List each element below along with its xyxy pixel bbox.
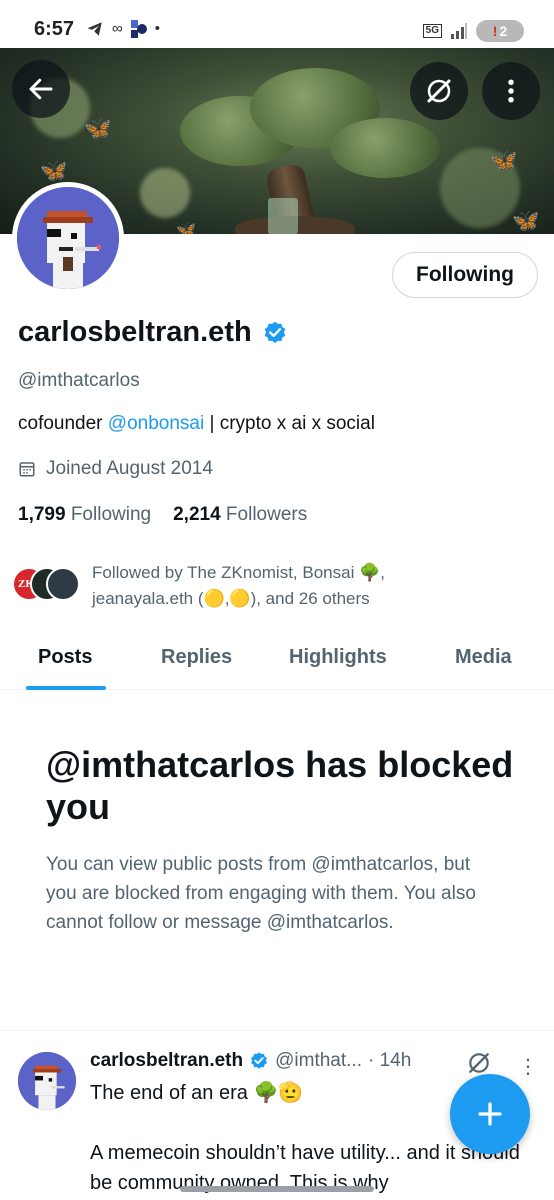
- profile-tabs: Posts Replies Highlights Media: [0, 632, 554, 690]
- following-stat[interactable]: 1,799 Following: [18, 504, 151, 526]
- grok-icon: [427, 79, 451, 103]
- more-vertical-icon: [508, 79, 514, 103]
- followed-by-line1: Followed by The ZKnomist, Bonsai 🌳,: [92, 563, 385, 582]
- divider: [0, 1030, 554, 1031]
- tweet-time[interactable]: · 14h: [368, 1050, 411, 1072]
- blocked-title: @imthatcarlos has blocked you: [46, 744, 514, 827]
- battery-icon: ! 2: [476, 20, 524, 42]
- back-arrow-icon: [29, 78, 53, 100]
- back-button[interactable]: [12, 60, 70, 118]
- butterfly-icon: 🦋: [176, 222, 196, 234]
- gesture-home-bar[interactable]: [180, 1186, 374, 1192]
- glass-cup: [268, 198, 298, 234]
- followers-you-know-avatars: ZKn: [12, 567, 82, 607]
- follow-stats: 1,799 Following 2,214 Followers: [18, 504, 307, 526]
- status-time: 6:57: [34, 18, 75, 40]
- tweet-author-name[interactable]: carlosbeltran.eth: [90, 1050, 243, 1072]
- following-label: Following: [70, 504, 152, 525]
- tweet-more-icon[interactable]: ⋮: [518, 1054, 538, 1079]
- avatar-image: [17, 187, 119, 289]
- butterfly-icon: 🦋: [40, 158, 68, 183]
- bio-mention-link[interactable]: @onbonsai: [108, 413, 204, 434]
- followed-by-line2: jeanayala.eth (🟡,🟡), and 26 others: [92, 589, 370, 608]
- tab-replies[interactable]: Replies: [161, 646, 232, 669]
- followers-label: Followers: [225, 504, 308, 525]
- tab-media[interactable]: Media: [455, 646, 512, 669]
- tweet-handle[interactable]: @imthat...: [275, 1050, 362, 1072]
- following-button[interactable]: Following: [392, 252, 538, 298]
- followers-count: 2,214: [173, 504, 221, 525]
- app-icon: [130, 20, 147, 38]
- display-name: carlosbeltran.eth: [18, 316, 252, 348]
- tweet-avatar[interactable]: [18, 1052, 76, 1110]
- mini-avatar-jeanayala: [46, 567, 80, 601]
- status-bar: 6:57 ∞ • 5G ! 2: [0, 0, 554, 48]
- signal-icon: [451, 23, 467, 39]
- tab-posts[interactable]: Posts: [38, 646, 92, 669]
- active-tab-indicator: [26, 686, 106, 690]
- grok-icon[interactable]: [466, 1050, 492, 1076]
- infinity-icon: ∞: [112, 20, 123, 37]
- tweet-header: carlosbeltran.eth @imthat... · 14h: [90, 1050, 411, 1072]
- profile-bio: cofounder @onbonsai | crypto x ai x soci…: [18, 413, 375, 435]
- butterfly-icon: 🦋: [84, 116, 112, 141]
- grok-button[interactable]: [410, 62, 468, 120]
- tweet-text-line1: The end of an era 🌳🫡: [90, 1082, 304, 1104]
- telegram-icon: [87, 22, 102, 36]
- battery-badge: 2: [499, 23, 508, 39]
- display-name-row: carlosbeltran.eth: [18, 316, 288, 349]
- followed-by-row[interactable]: ZKn Followed by The ZKnomist, Bonsai 🌳, …: [12, 560, 542, 612]
- verified-badge-icon: [251, 1052, 268, 1069]
- pixel-punk-avatar: [17, 187, 119, 289]
- followers-stat[interactable]: 2,214 Followers: [173, 504, 307, 526]
- notification-dot-icon: •: [154, 20, 160, 37]
- following-count: 1,799: [18, 504, 66, 525]
- bonsai-foliage: [330, 118, 440, 178]
- profile-avatar[interactable]: [12, 182, 124, 294]
- calendar-icon: [19, 462, 35, 477]
- bio-prefix: cofounder: [18, 413, 108, 434]
- plus-icon: [478, 1102, 502, 1126]
- pixel-punk-avatar: [18, 1052, 76, 1110]
- tab-highlights[interactable]: Highlights: [289, 646, 387, 669]
- blocked-message: You can view public posts from @imthatca…: [46, 854, 476, 933]
- butterfly-icon: 🦋: [490, 148, 518, 173]
- verified-badge-icon[interactable]: [262, 320, 288, 346]
- bio-suffix: | crypto x ai x social: [204, 413, 375, 434]
- network-icon: 5G: [422, 24, 442, 38]
- status-icons-right: 5G ! 2: [422, 20, 524, 42]
- joined-date-row: Joined August 2014: [18, 458, 213, 480]
- status-icons-left: ∞ •: [86, 20, 160, 38]
- profile-handle: @imthatcarlos: [18, 370, 140, 391]
- followed-by-text: Followed by The ZKnomist, Bonsai 🌳, jean…: [92, 560, 385, 612]
- more-options-button[interactable]: [482, 62, 540, 120]
- joined-date: Joined August 2014: [46, 458, 213, 479]
- butterfly-icon: 🦋: [512, 208, 540, 233]
- compose-post-button[interactable]: [450, 1074, 530, 1154]
